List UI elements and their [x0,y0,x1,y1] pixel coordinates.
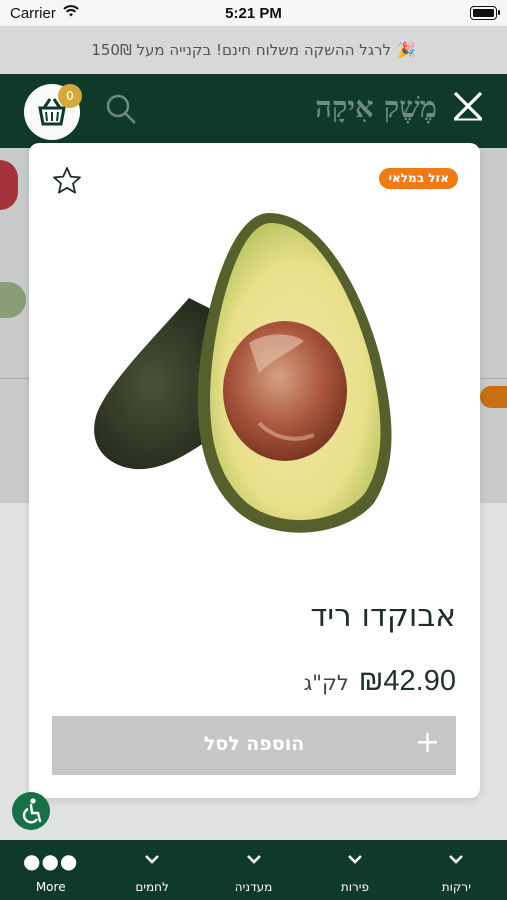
favorite-star-icon[interactable] [51,165,83,197]
product-price: ₪42.90 [358,665,456,697]
search-icon[interactable] [104,92,140,128]
tab-more[interactable]: ●●● More [0,840,101,900]
chevron-down-icon [449,855,464,864]
battery-icon [470,6,500,20]
tab-vegetables[interactable]: ירקות [406,840,507,900]
add-to-cart-button[interactable]: + הוספה לסל [52,716,456,775]
brand-logo[interactable]: מֶשֶׁק אִיקָה [315,90,437,125]
chevron-down-icon [145,855,160,864]
price-unit: לק"ג [303,671,349,695]
tab-label: פירות [340,880,369,894]
tab-deli[interactable]: מעדניה [203,840,304,900]
tab-breads[interactable]: לחמים [101,840,202,900]
product-modal: אזל במלאי אבוקדו ריד ₪42.90 לק"ג + הוספה… [29,143,480,798]
chevron-down-icon [348,855,362,864]
product-title: אבוקדו ריד [310,598,456,634]
more-icon: ●●● [23,849,79,873]
promo-text: לרגל ההשקה משלוח חינם! בקנייה מעל 150₪ [91,41,391,59]
status-bar: Carrier 5:21 PM [0,0,507,26]
tab-label: More [35,880,66,894]
close-icon[interactable] [452,90,484,122]
tab-fruits[interactable]: פירות [304,840,405,900]
bottom-tab-bar: ●●● More לחמים מעדניה פירות ירקות [0,840,507,900]
chevron-down-icon [246,855,261,864]
party-icon: 🎉 [397,41,416,59]
promo-banner: 🎉 לרגל ההשקה משלוח חינם! בקנייה מעל 150₪ [0,26,507,74]
product-image [94,213,392,533]
background-sale-tag [480,386,507,408]
sale-badge: אזל במלאי [379,168,458,189]
tab-label: מעדניה [234,880,273,894]
tab-label: לחמים [135,880,169,894]
clock: 5:21 PM [225,5,282,22]
cart-count-badge: 0 [58,84,82,108]
tab-label: ירקות [441,880,471,894]
add-to-cart-label: הוספה לסל [203,733,305,755]
accessibility-icon [22,798,42,824]
accessibility-button[interactable] [12,792,50,830]
price-row: ₪42.90 לק"ג [304,665,456,698]
